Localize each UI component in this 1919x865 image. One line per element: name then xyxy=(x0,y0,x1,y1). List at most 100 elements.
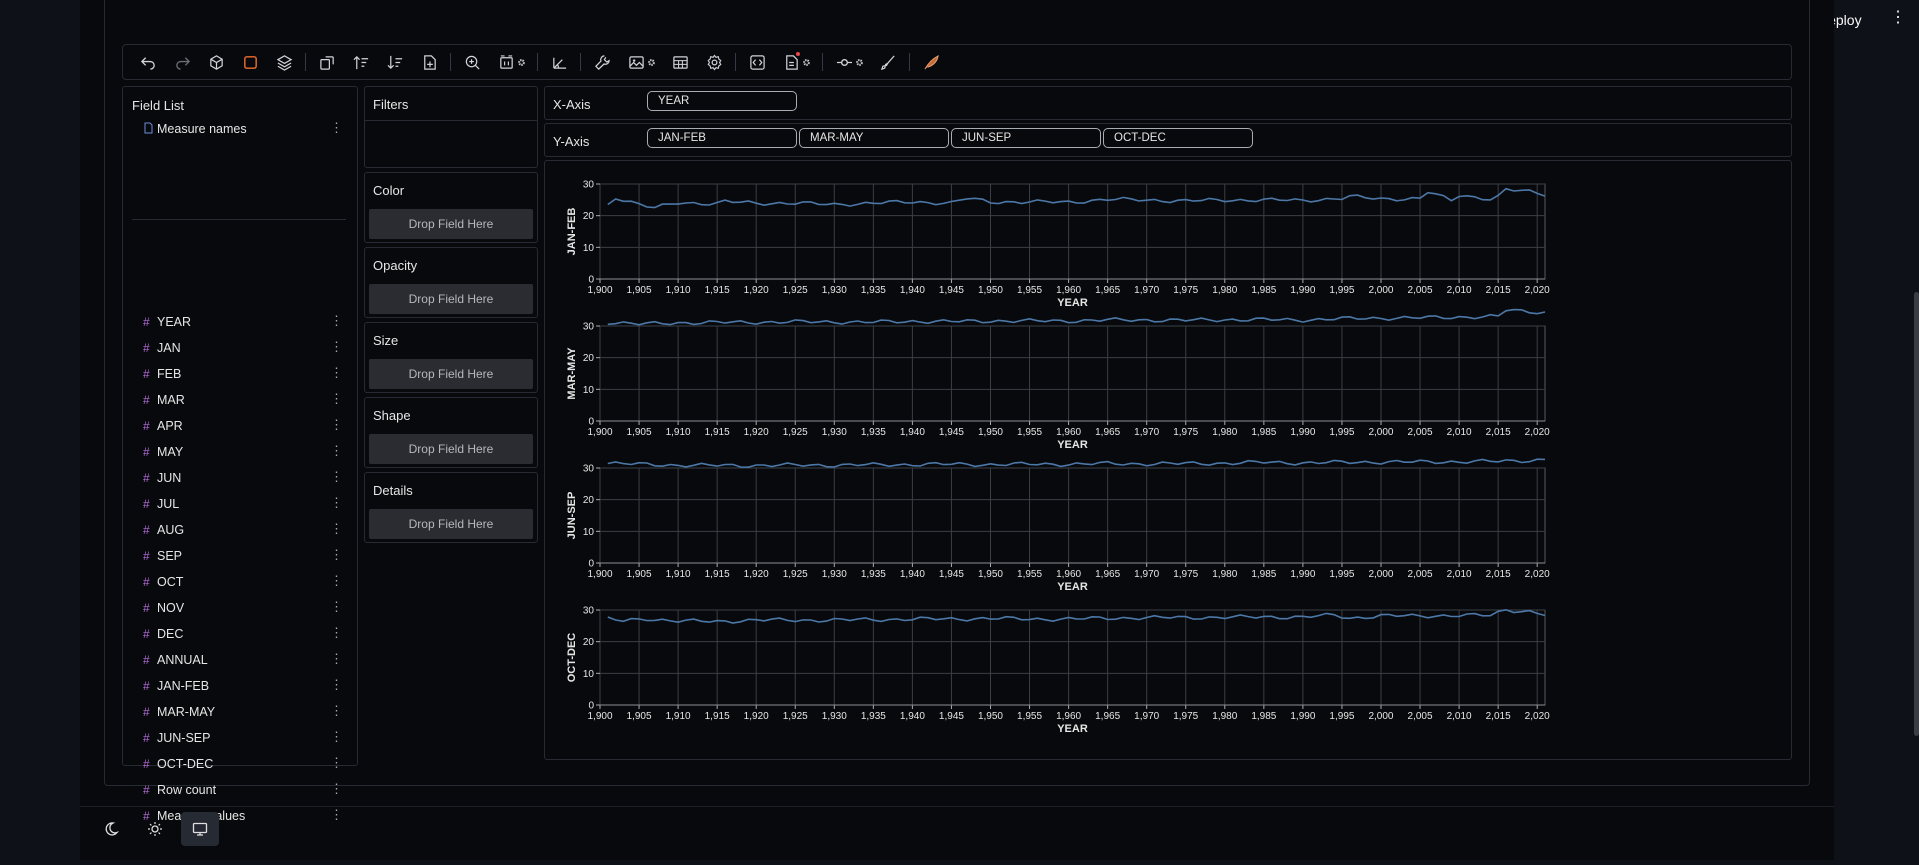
chart-area: 1,900 1,905 1,910 1,915 1,920 1,925 1,930 1,935… xyxy=(544,160,1792,760)
field-options-icon[interactable]: ⋮ xyxy=(330,314,343,327)
field-item[interactable]: # OCT-DEC ⋮ xyxy=(143,753,349,775)
image-button[interactable] xyxy=(619,48,653,76)
x-tick-label: 1,980 xyxy=(1212,427,1237,438)
x-axis-field-pill[interactable]: YEAR xyxy=(647,91,797,111)
dark-mode-button[interactable] xyxy=(92,812,130,846)
field-options-icon[interactable]: ⋮ xyxy=(330,392,343,405)
field-item[interactable]: # JUN ⋮ xyxy=(143,467,349,489)
sort-desc-button[interactable] xyxy=(378,48,412,76)
redo-button[interactable] xyxy=(165,48,199,76)
mark-button[interactable] xyxy=(233,48,267,76)
field-item[interactable]: # SEP ⋮ xyxy=(143,545,349,567)
field-options-icon[interactable]: ⋮ xyxy=(330,652,343,665)
field-item[interactable]: # NOV ⋮ xyxy=(143,597,349,619)
series-line[interactable] xyxy=(607,187,1546,209)
y-axis-field-pill[interactable]: OCT-DEC xyxy=(1103,128,1253,148)
field-item[interactable]: # FEB ⋮ xyxy=(143,363,349,385)
field-label: OCT xyxy=(157,575,184,589)
light-mode-button[interactable] xyxy=(136,812,174,846)
field-options-icon[interactable]: ⋮ xyxy=(330,418,343,431)
field-item-measure-names[interactable]: Measure names ⋮ xyxy=(143,118,349,140)
opacity-drop-zone[interactable]: Drop Field Here xyxy=(369,284,533,314)
sort-asc-button[interactable] xyxy=(344,48,378,76)
field-item[interactable]: # JAN-FEB ⋮ xyxy=(143,675,349,697)
commit-button[interactable] xyxy=(827,48,861,76)
x-tick-label: 1,915 xyxy=(705,285,730,296)
field-options-icon[interactable]: ⋮ xyxy=(330,756,343,769)
brush-button[interactable] xyxy=(871,48,905,76)
field-item[interactable]: # YEAR ⋮ xyxy=(143,311,349,333)
shape-drop-zone[interactable]: Drop Field Here xyxy=(369,434,533,464)
field-options-icon[interactable]: ⋮ xyxy=(330,121,343,134)
field-options-icon[interactable]: ⋮ xyxy=(330,366,343,379)
field-item[interactable]: # MAY ⋮ xyxy=(143,441,349,463)
axis-button[interactable] xyxy=(542,48,576,76)
x-tick-label: 1,945 xyxy=(939,711,964,722)
main-menu-icon[interactable]: ⋮ xyxy=(1890,10,1906,26)
y-axis-field-pill[interactable]: JUN-SEP xyxy=(951,128,1101,148)
field-options-icon[interactable]: ⋮ xyxy=(330,470,343,483)
wrench-button[interactable] xyxy=(585,48,619,76)
x-tick-label: 2,020 xyxy=(1525,285,1550,296)
details-drop-zone[interactable]: Drop Field Here xyxy=(369,509,533,539)
x-tick-label: 1,980 xyxy=(1212,285,1237,296)
field-item[interactable]: # MAR-MAY ⋮ xyxy=(143,701,349,723)
resize-button[interactable] xyxy=(489,48,523,76)
x-tick-label: 1,930 xyxy=(822,427,847,438)
settings-button[interactable] xyxy=(697,48,731,76)
field-item[interactable]: # ANNUAL ⋮ xyxy=(143,649,349,671)
series-line[interactable] xyxy=(607,458,1546,469)
field-options-icon[interactable]: ⋮ xyxy=(330,340,343,353)
wrench-icon xyxy=(594,54,610,70)
field-options-icon[interactable]: ⋮ xyxy=(330,548,343,561)
x-tick-label: 2,010 xyxy=(1447,569,1472,580)
x-tick-label: 1,905 xyxy=(627,427,652,438)
color-drop-zone[interactable]: Drop Field Here xyxy=(369,209,533,239)
series-line[interactable] xyxy=(607,308,1546,326)
layers-button[interactable] xyxy=(267,48,301,76)
x-tick-label: 1,955 xyxy=(1017,285,1042,296)
field-item[interactable]: # JUL ⋮ xyxy=(143,493,349,515)
undo-button[interactable] xyxy=(131,48,165,76)
field-options-icon[interactable]: ⋮ xyxy=(330,600,343,613)
export-button[interactable] xyxy=(774,48,808,76)
field-options-icon[interactable]: ⋮ xyxy=(330,782,343,795)
y-axis-field-pill[interactable]: JAN-FEB xyxy=(647,128,797,148)
field-divider xyxy=(132,219,346,220)
code-button[interactable] xyxy=(740,48,774,76)
toolbar-separator xyxy=(822,53,823,71)
field-item[interactable]: # OCT ⋮ xyxy=(143,571,349,593)
field-item[interactable]: # JUN-SEP ⋮ xyxy=(143,727,349,749)
table-button[interactable] xyxy=(663,48,697,76)
x-tick-label: 2,020 xyxy=(1525,569,1550,580)
x-tick-label: 1,995 xyxy=(1329,711,1354,722)
field-item[interactable]: # Row count ⋮ xyxy=(143,779,349,801)
size-drop-zone[interactable]: Drop Field Here xyxy=(369,359,533,389)
field-options-icon[interactable]: ⋮ xyxy=(330,704,343,717)
x-tick-label: 1,915 xyxy=(705,711,730,722)
field-options-icon[interactable]: ⋮ xyxy=(330,574,343,587)
cube-button[interactable] xyxy=(199,48,233,76)
system-mode-button[interactable] xyxy=(181,812,219,846)
field-options-icon[interactable]: ⋮ xyxy=(330,678,343,691)
field-options-icon[interactable]: ⋮ xyxy=(330,626,343,639)
feather-button[interactable] xyxy=(914,48,948,76)
y-tick-label: 0 xyxy=(588,559,594,570)
field-options-icon[interactable]: ⋮ xyxy=(330,522,343,535)
scrollbar[interactable] xyxy=(1914,292,1919,736)
series-line[interactable] xyxy=(607,608,1546,624)
field-item[interactable]: # JAN ⋮ xyxy=(143,337,349,359)
zoom-in-button[interactable] xyxy=(455,48,489,76)
field-item[interactable]: # APR ⋮ xyxy=(143,415,349,437)
field-options-icon[interactable]: ⋮ xyxy=(330,730,343,743)
field-options-icon[interactable]: ⋮ xyxy=(330,496,343,509)
field-options-icon[interactable]: ⋮ xyxy=(330,444,343,457)
opacity-encoding: Opacity Drop Field Here xyxy=(364,247,538,318)
transpose-button[interactable] xyxy=(310,48,344,76)
x-tick-label: 1,965 xyxy=(1095,711,1120,722)
field-item[interactable]: # MAR ⋮ xyxy=(143,389,349,411)
add-file-button[interactable] xyxy=(412,48,446,76)
y-axis-field-pill[interactable]: MAR-MAY xyxy=(799,128,949,148)
field-item[interactable]: # AUG ⋮ xyxy=(143,519,349,541)
field-item[interactable]: # DEC ⋮ xyxy=(143,623,349,645)
